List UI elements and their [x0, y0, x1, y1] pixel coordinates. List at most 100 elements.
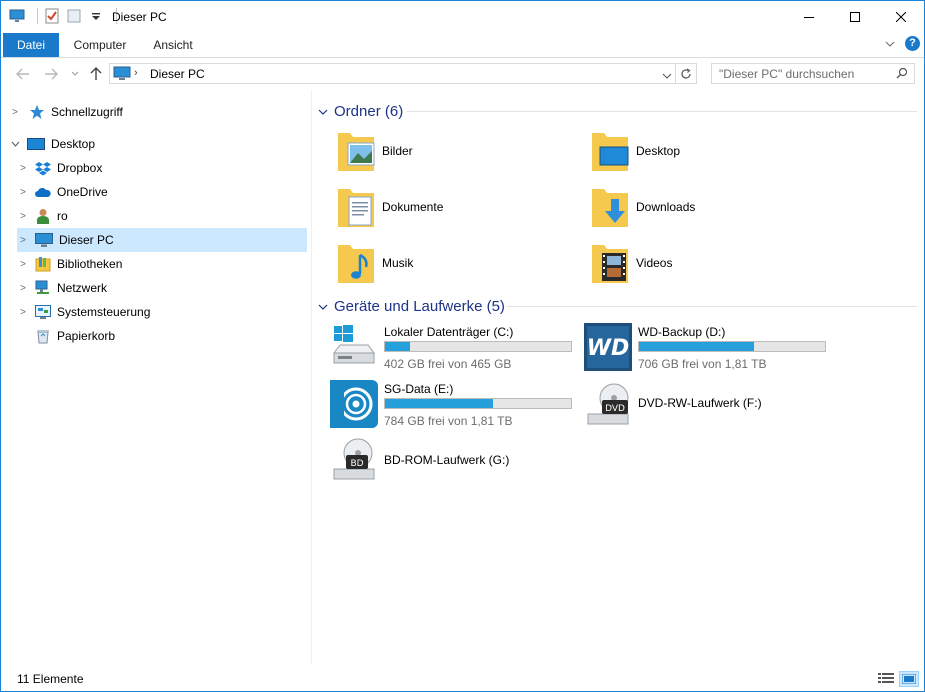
- folders-group-header[interactable]: Ordner (6): [318, 100, 403, 122]
- folder-videos[interactable]: Videos: [590, 239, 830, 287]
- nav-item-user[interactable]: > ro: [17, 204, 307, 228]
- refresh-button[interactable]: [675, 64, 696, 83]
- chevron-right-icon[interactable]: >: [17, 211, 29, 222]
- properties-icon[interactable]: [44, 8, 60, 24]
- nav-item-control-panel[interactable]: > Systemsteuerung: [17, 300, 307, 324]
- downloads-folder-icon: [590, 185, 630, 229]
- expand-ribbon-icon[interactable]: [885, 40, 895, 48]
- svg-text:WD: WD: [587, 336, 630, 361]
- chevron-down-icon[interactable]: [318, 103, 328, 120]
- wd-drive-icon: WD: [584, 323, 632, 371]
- back-button[interactable]: [15, 66, 31, 82]
- control-panel-icon: [35, 304, 51, 320]
- nav-item-label: OneDrive: [57, 185, 108, 199]
- chevron-right-icon[interactable]: >: [17, 163, 29, 174]
- nav-item-onedrive[interactable]: > OneDrive: [17, 180, 307, 204]
- music-folder-icon: [336, 241, 376, 285]
- desktop-icon: [27, 136, 45, 152]
- folder-desktop[interactable]: Desktop: [590, 127, 830, 175]
- search-input[interactable]: "Dieser PC" durchsuchen: [719, 67, 854, 81]
- nav-item-desktop[interactable]: Desktop: [9, 132, 315, 156]
- computer-icon[interactable]: [9, 8, 25, 24]
- tiles-view-button[interactable]: [899, 671, 919, 687]
- minimize-icon: [804, 17, 814, 18]
- details-view-icon: [878, 673, 894, 683]
- help-button[interactable]: ?: [905, 36, 920, 51]
- address-bar[interactable]: › Dieser PC: [109, 63, 697, 84]
- drive-e[interactable]: SG-Data (E:) 784 GB frei von 1,81 TB: [330, 380, 580, 432]
- tab-view[interactable]: Ansicht: [141, 33, 205, 57]
- window-title: Dieser PC: [112, 10, 167, 24]
- computer-icon: [113, 66, 131, 84]
- nav-item-label: Papierkorb: [57, 329, 116, 343]
- dropbox-icon: [35, 160, 51, 176]
- folder-documents[interactable]: Dokumente: [336, 183, 576, 231]
- folder-label: Musik: [382, 256, 414, 270]
- group-title: Ordner (6): [334, 102, 404, 120]
- address-history-icon[interactable]: [662, 69, 672, 83]
- customize-toolbar-icon[interactable]: [88, 8, 104, 24]
- group-title: Geräte und Laufwerke (5): [334, 297, 505, 315]
- item-count: 11 Elemente: [17, 672, 84, 686]
- drive-f[interactable]: DVD DVD-RW-Laufwerk (F:): [584, 380, 834, 432]
- nav-item-recycle-bin[interactable]: Papierkorb: [17, 324, 307, 348]
- folder-label: Bilder: [382, 144, 413, 158]
- tab-computer[interactable]: Computer: [63, 33, 137, 57]
- chevron-down-icon: [71, 71, 79, 76]
- tiles-view-icon: [902, 674, 916, 684]
- toolbar-separator: [37, 8, 38, 24]
- folder-downloads[interactable]: Downloads: [590, 183, 830, 231]
- tab-file[interactable]: Datei: [3, 33, 59, 57]
- group-divider: [507, 306, 917, 307]
- drive-usage-fill: [639, 342, 755, 351]
- ribbon-tabs: Datei Computer Ansicht ?: [1, 33, 924, 58]
- ribbon-controls: ?: [885, 36, 920, 51]
- chevron-right-icon[interactable]: >: [17, 187, 29, 198]
- folder-pictures[interactable]: Bilder: [336, 127, 576, 175]
- folder-music[interactable]: Musik: [336, 239, 576, 287]
- maximize-button[interactable]: [832, 1, 878, 33]
- nav-item-libraries[interactable]: > Bibliotheken: [17, 252, 307, 276]
- nav-item-label: Dropbox: [57, 161, 103, 175]
- nav-item-dropbox[interactable]: > Dropbox: [17, 156, 307, 180]
- explorer-window: Dieser PC Datei Computer Ansicht ? › Die…: [0, 0, 925, 692]
- nav-item-label: Dieser PC: [59, 233, 114, 247]
- chevron-down-icon[interactable]: [318, 298, 328, 315]
- new-folder-icon[interactable]: [66, 8, 82, 24]
- minimize-button[interactable]: [786, 1, 832, 33]
- title-bar: Dieser PC: [1, 1, 924, 33]
- drive-c[interactable]: Lokaler Datenträger (C:) 402 GB frei von…: [330, 323, 580, 375]
- folder-label: Downloads: [636, 200, 696, 214]
- maximize-icon: [850, 12, 860, 22]
- chevron-right-icon[interactable]: >: [17, 235, 29, 246]
- nav-item-label: Desktop: [51, 137, 96, 151]
- drive-d[interactable]: WD WD-Backup (D:) 706 GB frei von 1,81 T…: [584, 323, 834, 375]
- nav-item-network[interactable]: > Netzwerk: [17, 276, 307, 300]
- chevron-right-icon[interactable]: >: [17, 259, 29, 270]
- chevron-down-icon[interactable]: [9, 139, 21, 150]
- chevron-right-icon[interactable]: >: [9, 107, 21, 118]
- status-bar: 11 Elemente: [1, 665, 924, 691]
- search-box[interactable]: "Dieser PC" durchsuchen: [711, 63, 915, 84]
- drive-name: Lokaler Datenträger (C:): [384, 325, 514, 339]
- chevron-right-icon[interactable]: >: [17, 283, 29, 294]
- up-button[interactable]: [88, 66, 104, 82]
- nav-item-this-pc[interactable]: > Dieser PC: [17, 228, 307, 252]
- drives-group-header[interactable]: Geräte und Laufwerke (5): [318, 295, 505, 317]
- drive-g[interactable]: BD BD-ROM-Laufwerk (G:): [330, 437, 580, 489]
- up-arrow-icon: [90, 67, 102, 80]
- recent-locations-button[interactable]: [67, 66, 83, 82]
- nav-item-quick-access[interactable]: > Schnellzugriff: [9, 100, 315, 124]
- breadcrumb-separator[interactable]: ›: [134, 67, 138, 79]
- chevron-right-icon[interactable]: >: [17, 307, 29, 318]
- details-view-button[interactable]: [877, 671, 895, 685]
- forward-button[interactable]: [43, 66, 59, 82]
- search-icon[interactable]: [896, 67, 908, 82]
- folder-label: Desktop: [636, 144, 681, 158]
- bd-drive-icon: BD: [330, 437, 378, 485]
- breadcrumb-current[interactable]: Dieser PC: [150, 67, 205, 81]
- drive-usage-bar: [384, 398, 572, 409]
- close-button[interactable]: [878, 1, 924, 33]
- desktop-folder-icon: [590, 129, 630, 173]
- drive-usage-bar: [384, 341, 572, 352]
